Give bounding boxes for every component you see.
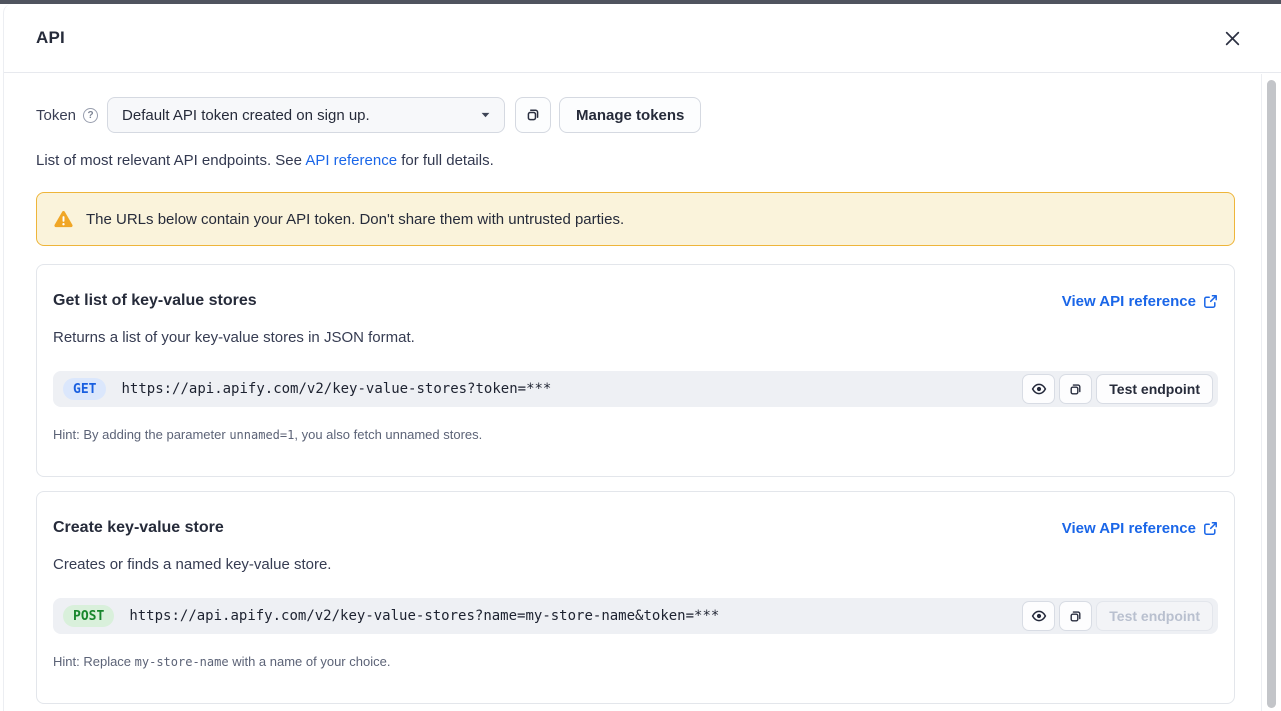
warning-message: The URLs below contain your API token. D…	[86, 211, 624, 228]
copy-token-button[interactable]	[515, 97, 551, 133]
intro-before: List of most relevant API endpoints. See	[36, 152, 305, 169]
copy-url-button[interactable]	[1059, 601, 1092, 631]
hint-before: Hint: Replace	[53, 654, 135, 669]
http-method-badge: GET	[63, 378, 106, 400]
token-row: Token ? Default API token created on sig…	[36, 97, 1235, 133]
intro-after: for full details.	[397, 152, 494, 169]
eye-icon	[1031, 608, 1047, 624]
api-reference-link[interactable]: API reference	[305, 152, 397, 169]
copy-icon	[1068, 382, 1083, 397]
modal-scrollbar-track[interactable]	[1261, 74, 1281, 711]
card-title: Get list of key-value stores	[53, 291, 257, 311]
modal-title: API	[36, 28, 65, 48]
view-api-reference-label: View API reference	[1062, 520, 1196, 537]
endpoint-url-bar: GET https://api.apify.com/v2/key-value-s…	[53, 371, 1218, 407]
card-description: Returns a list of your key-value stores …	[53, 329, 1218, 347]
api-modal-screen: API Token ? Default API token created on…	[0, 0, 1281, 711]
hint-code: my-store-name	[135, 655, 229, 669]
test-endpoint-button[interactable]: Test endpoint	[1096, 374, 1213, 404]
hint-before: Hint: By adding the parameter	[53, 427, 229, 442]
endpoint-url-bar: POST https://api.apify.com/v2/key-value-…	[53, 598, 1218, 634]
endpoint-card-get-list: Get list of key-value stores View API re…	[36, 264, 1235, 477]
hint-code: unnamed=1	[229, 428, 294, 442]
view-api-reference-link[interactable]: View API reference	[1062, 520, 1218, 537]
http-method-badge: POST	[63, 605, 114, 627]
copy-url-button[interactable]	[1059, 374, 1092, 404]
endpoint-card-create-store: Create key-value store View API referenc…	[36, 491, 1235, 704]
token-select-value: Default API token created on sign up.	[122, 107, 370, 124]
card-description: Creates or finds a named key-value store…	[53, 556, 1218, 574]
close-button[interactable]	[1219, 25, 1245, 51]
view-api-reference-link[interactable]: View API reference	[1062, 293, 1218, 310]
card-header: Create key-value store View API referenc…	[53, 518, 1218, 538]
eye-icon	[1031, 381, 1047, 397]
external-link-icon	[1203, 294, 1218, 309]
modal-header: API	[4, 4, 1281, 73]
copy-icon	[525, 107, 541, 123]
endpoint-actions: Test endpoint	[1022, 374, 1213, 404]
token-select-dropdown[interactable]: Default API token created on sign up.	[107, 97, 505, 133]
card-header: Get list of key-value stores View API re…	[53, 291, 1218, 311]
view-api-reference-label: View API reference	[1062, 293, 1196, 310]
test-endpoint-button-disabled[interactable]: Test endpoint	[1096, 601, 1213, 631]
close-icon	[1224, 30, 1241, 47]
token-label: Token	[36, 107, 76, 124]
reveal-token-button[interactable]	[1022, 374, 1055, 404]
hint-after: , you also fetch unnamed stores.	[294, 427, 482, 442]
chevron-down-icon	[481, 112, 490, 118]
endpoint-hint: Hint: By adding the parameter unnamed=1,…	[53, 427, 1218, 443]
api-modal: API Token ? Default API token created on…	[3, 4, 1281, 711]
copy-icon	[1068, 609, 1083, 624]
external-link-icon	[1203, 521, 1218, 536]
modal-scrollbar-thumb[interactable]	[1267, 80, 1276, 708]
reveal-token-button[interactable]	[1022, 601, 1055, 631]
hint-after: with a name of your choice.	[229, 654, 391, 669]
manage-tokens-button[interactable]: Manage tokens	[559, 97, 701, 133]
help-icon[interactable]: ?	[83, 108, 98, 123]
card-title: Create key-value store	[53, 518, 224, 538]
endpoint-url: https://api.apify.com/v2/key-value-store…	[129, 608, 719, 624]
warning-icon	[53, 210, 74, 229]
endpoint-hint: Hint: Replace my-store-name with a name …	[53, 654, 1218, 670]
endpoint-url: https://api.apify.com/v2/key-value-store…	[121, 381, 551, 397]
warning-banner: The URLs below contain your API token. D…	[36, 192, 1235, 246]
modal-body: Token ? Default API token created on sig…	[4, 74, 1262, 711]
endpoint-actions: Test endpoint	[1022, 601, 1213, 631]
intro-text: List of most relevant API endpoints. See…	[36, 152, 1235, 170]
